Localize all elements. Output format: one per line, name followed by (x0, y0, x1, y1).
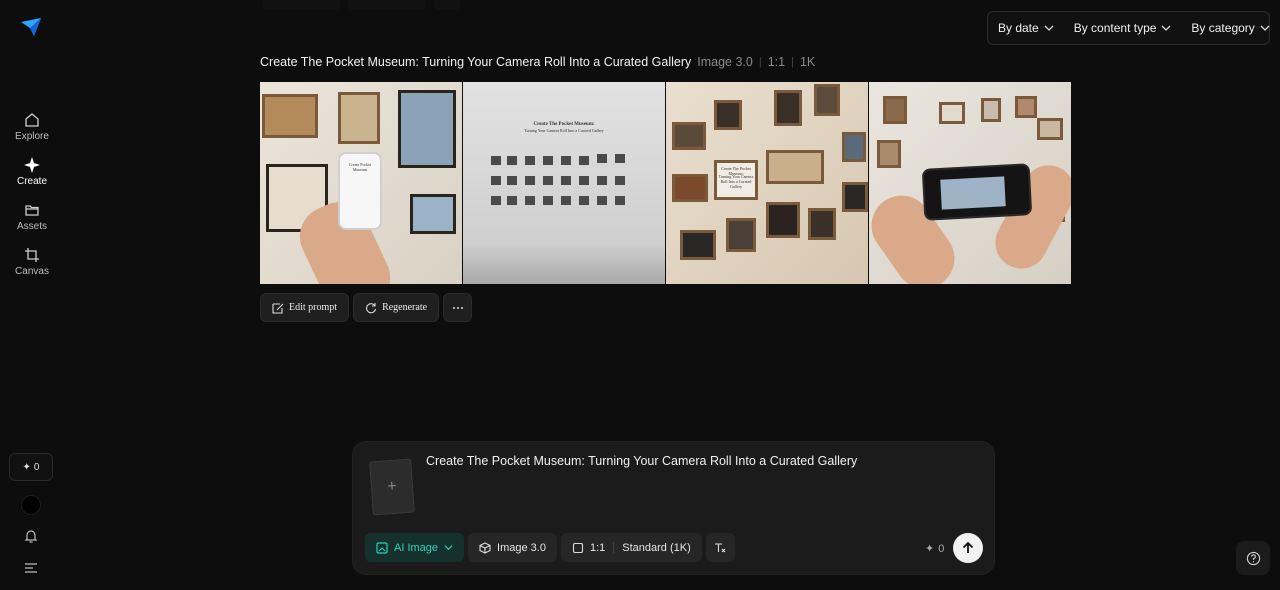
model-selector[interactable]: Image 3.0 (468, 533, 557, 562)
more-options-button[interactable] (443, 293, 473, 322)
sidebar-item-create[interactable]: Create (8, 157, 56, 187)
menu-icon[interactable] (24, 562, 38, 574)
image-icon (376, 541, 388, 554)
cube-icon (479, 541, 491, 554)
aspect-ratio-icon (572, 542, 584, 553)
prompt-composer: + Create The Pocket Museum: Turning Your… (352, 441, 995, 575)
folder-icon (25, 205, 39, 216)
sidebar-item-assets[interactable]: Assets (8, 202, 56, 232)
filter-by-content-type[interactable]: By content type (1064, 12, 1182, 44)
edit-icon (272, 302, 284, 314)
filter-label: By date (998, 21, 1039, 35)
phone-screen-title: Create Pocket Museum (348, 162, 372, 172)
quality-label: Standard (1K) (622, 541, 691, 554)
ratio-label: 1:1 (589, 541, 606, 554)
result-actions: Edit prompt Regenerate (260, 293, 473, 322)
model-label: Image 3.0 (497, 541, 546, 554)
wall-text-title: Create The Pocket Museum: (533, 122, 595, 127)
filter-by-category[interactable]: By category (1181, 12, 1279, 44)
divider: | (791, 56, 794, 68)
text-style-button[interactable] (705, 533, 735, 562)
help-button[interactable] (1236, 541, 1270, 575)
result-header: Create The Pocket Museum: Turning Your C… (260, 55, 815, 69)
arrow-up-icon (962, 541, 974, 553)
filter-bar: By date By content type By category (987, 11, 1270, 45)
sparkle-icon (24, 157, 40, 173)
upload-reference-button[interactable]: + (369, 458, 415, 516)
filter-label: By content type (1073, 21, 1157, 35)
sidebar-item-label: Explore (15, 131, 49, 142)
crop-icon (25, 248, 39, 262)
credits-button[interactable]: ✦ 0 (9, 453, 53, 481)
previous-result-chips (262, 0, 460, 10)
result-ratio: 1:1 (767, 55, 786, 69)
generated-image-4[interactable] (869, 82, 1071, 284)
chevron-down-icon (1161, 25, 1171, 31)
generated-image-2[interactable]: Create The Pocket Museum: Turning Your C… (463, 82, 665, 284)
wall-text-subtitle: Turning Your Camera Roll Into a Curated … (524, 128, 604, 133)
logo-icon[interactable] (20, 16, 42, 38)
plus-icon: + (386, 477, 398, 496)
result-title: Create The Pocket Museum: Turning Your C… (260, 55, 692, 69)
generated-image-3[interactable]: Create The Pocket Museum: Turning Your C… (666, 82, 868, 284)
sidebar-item-label: Create (16, 176, 47, 187)
prompt-input[interactable]: Create The Pocket Museum: Turning Your C… (426, 454, 857, 468)
sidebar: Explore Create Assets Canvas ✦ 0 (0, 0, 64, 590)
mode-selector[interactable]: AI Image (365, 533, 465, 562)
chevron-down-icon (444, 545, 453, 551)
divider: | (758, 56, 762, 68)
bell-icon[interactable] (23, 528, 39, 544)
text-format-icon (715, 542, 726, 552)
result-resolution: 1K (799, 55, 816, 69)
sidebar-item-label: Assets (16, 221, 47, 232)
refresh-icon (366, 302, 377, 313)
sidebar-item-canvas[interactable]: Canvas (8, 247, 56, 277)
ratio-quality-selector[interactable]: 1:1 Standard (1K) (560, 533, 702, 562)
frame-caption-subtitle: Turning Your Camera Roll Into a Curated … (718, 174, 754, 189)
generated-images: Create Pocket Museum Create The Pocket M… (260, 82, 1073, 284)
edit-prompt-button[interactable]: Edit prompt (260, 293, 350, 322)
generation-cost: ✦ 0 (925, 542, 945, 556)
sparkle-icon: ✦ (925, 543, 935, 555)
regenerate-label: Regenerate (382, 302, 428, 313)
chevron-down-icon (1260, 25, 1270, 31)
filter-label: By category (1191, 21, 1255, 35)
credits-count: 0 (33, 461, 40, 473)
divider (613, 542, 615, 553)
chevron-down-icon (1044, 25, 1054, 31)
send-button[interactable] (953, 533, 983, 563)
more-icon (452, 306, 463, 309)
mode-label: AI Image (394, 541, 439, 554)
generated-image-1[interactable]: Create Pocket Museum (260, 82, 462, 284)
cost-value: 0 (938, 542, 945, 555)
edit-prompt-label: Edit prompt (289, 302, 338, 313)
regenerate-button[interactable]: Regenerate (353, 293, 440, 322)
sidebar-item-label: Canvas (15, 266, 49, 277)
result-model: Image 3.0 (697, 55, 753, 69)
home-icon (25, 113, 39, 127)
avatar[interactable] (21, 495, 41, 515)
filter-by-date[interactable]: By date (988, 12, 1064, 44)
help-icon (1246, 551, 1260, 565)
sidebar-item-explore[interactable]: Explore (8, 112, 56, 142)
sparkle-icon: ✦ (22, 461, 31, 473)
composer-toolbar: AI Image Image 3.0 1:1 Standard (1K) (365, 533, 735, 562)
